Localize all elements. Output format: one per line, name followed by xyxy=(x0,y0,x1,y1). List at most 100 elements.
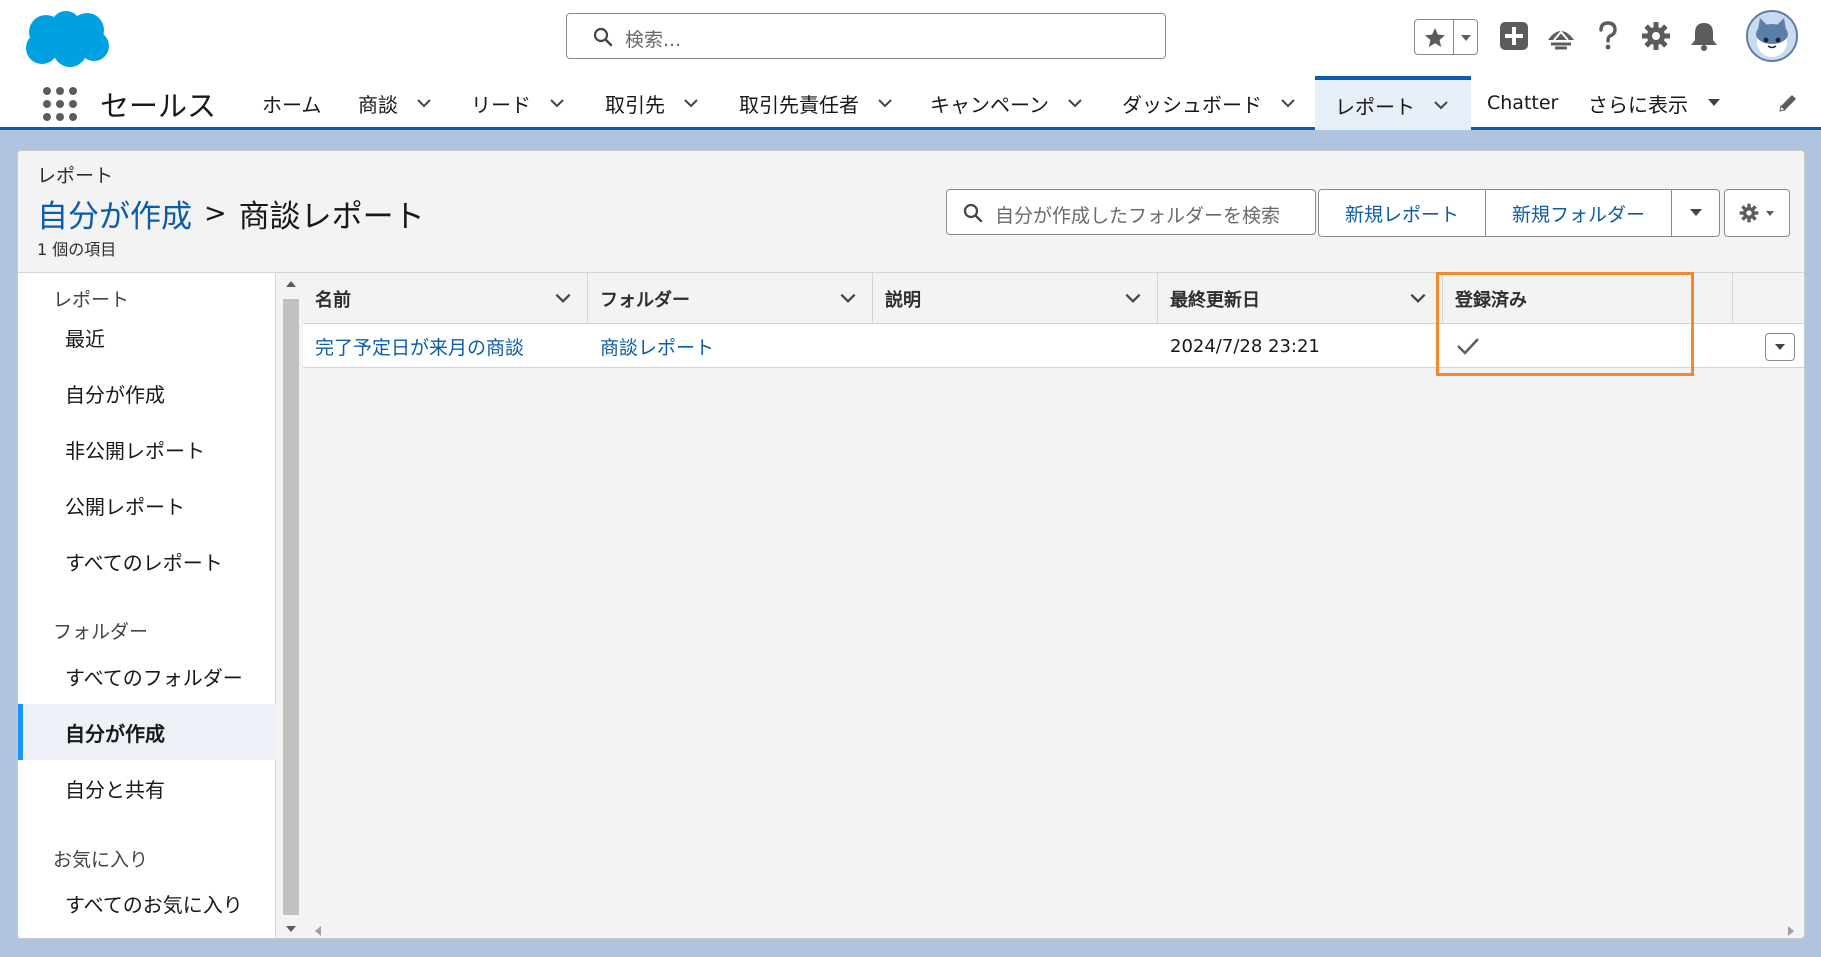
scrollbar-thumb[interactable] xyxy=(283,299,299,915)
sidebar-item-recent[interactable]: 最近 xyxy=(18,309,276,365)
sidebar-item-all-folders[interactable]: すべてのフォルダー xyxy=(18,648,276,704)
report-actions-group: 新規レポート 新規フォルダー xyxy=(1318,189,1720,237)
chevron-down-icon[interactable] xyxy=(875,93,895,113)
global-search-input[interactable]: 検索... xyxy=(566,13,1166,59)
row-actions-button[interactable] xyxy=(1765,333,1795,361)
caret-down-icon xyxy=(1766,211,1774,216)
scroll-down-arrow-icon[interactable] xyxy=(284,922,298,936)
dot xyxy=(56,100,64,108)
favorites-button-group xyxy=(1414,19,1478,55)
chevron-down-icon[interactable] xyxy=(838,288,858,308)
sidebar-scrollbar[interactable] xyxy=(280,273,302,938)
nav-item-campaigns[interactable]: キャンペーン xyxy=(930,76,1085,130)
sidebar-item-all-favorites[interactable]: すべてのお気に入り xyxy=(18,875,276,931)
column-header-label: 説明 xyxy=(885,289,921,311)
breadcrumb-link[interactable]: 自分が作成 xyxy=(37,191,192,236)
search-icon xyxy=(963,203,983,223)
nav-item-home[interactable]: ホーム xyxy=(262,76,321,130)
nav-item-more[interactable]: さらに表示 xyxy=(1588,76,1724,130)
new-report-button[interactable]: 新規レポート xyxy=(1318,189,1486,237)
global-header: 検索... xyxy=(0,0,1821,76)
sidebar-item-folders-created-by-me[interactable]: 自分が作成 xyxy=(18,704,276,760)
trailhead-button[interactable] xyxy=(1543,18,1579,54)
column-header-last-modified[interactable]: 最終更新日 xyxy=(1158,273,1443,324)
nav-item-leads[interactable]: リード xyxy=(471,76,567,130)
sidebar-item-created-by-me[interactable]: 自分が作成 xyxy=(18,365,276,421)
gear-icon xyxy=(1739,203,1759,223)
nav-item-accounts[interactable]: 取引先 xyxy=(605,76,701,130)
gear-icon xyxy=(1642,22,1670,50)
breadcrumb-separator: > xyxy=(204,198,227,229)
chevron-down-icon[interactable] xyxy=(1458,30,1474,46)
chevron-down-icon[interactable] xyxy=(547,93,567,113)
chevron-down-icon[interactable] xyxy=(1065,93,1085,113)
column-header-description[interactable]: 説明 xyxy=(873,273,1158,324)
folder-search-input[interactable]: 自分が作成したフォルダーを検索 xyxy=(946,189,1316,235)
astro-avatar-icon xyxy=(1756,18,1788,57)
nav-item-label: 取引先責任者 xyxy=(739,92,859,117)
sidebar-item-all-reports[interactable]: すべてのレポート xyxy=(18,533,276,589)
sidebar-item-label: 非公開レポート xyxy=(65,438,205,463)
sidebar-item-private-reports[interactable]: 非公開レポート xyxy=(18,421,276,477)
nav-item-opportunities[interactable]: 商談 xyxy=(358,76,434,130)
chevron-down-icon[interactable] xyxy=(1431,95,1451,115)
chevron-down-icon[interactable] xyxy=(1123,288,1143,308)
scroll-up-arrow-icon[interactable] xyxy=(284,277,298,291)
pencil-icon[interactable] xyxy=(1776,91,1800,115)
sidebar-item-label: すべてのお気に入り xyxy=(65,892,243,917)
nav-item-dashboards[interactable]: ダッシュボード xyxy=(1122,76,1298,130)
salesforce-cloud-logo[interactable] xyxy=(20,8,112,70)
star-icon[interactable] xyxy=(1423,26,1447,50)
dot xyxy=(43,87,51,95)
help-button[interactable] xyxy=(1590,18,1626,54)
sidebar-heading-reports: レポート xyxy=(53,289,130,311)
column-header-subscribed[interactable]: 登録済み xyxy=(1443,273,1733,324)
horizontal-scrollbar[interactable] xyxy=(303,923,1805,939)
global-search-placeholder: 検索... xyxy=(625,29,682,51)
caret-down-icon[interactable] xyxy=(1704,93,1724,113)
nav-item-chatter[interactable]: Chatter xyxy=(1487,76,1558,130)
column-header-folder[interactable]: フォルダー xyxy=(588,273,873,324)
help-icon xyxy=(1599,21,1617,50)
new-folder-button[interactable]: 新規フォルダー xyxy=(1486,189,1672,237)
table-row: 完了予定日が来月の商談 商談レポート 2024/7/28 23:21 xyxy=(303,324,1804,368)
nav-item-reports[interactable]: レポート xyxy=(1315,76,1471,130)
reports-sidebar: レポート 最近 自分が作成 非公開レポート 公開レポート すべてのレポート フォ… xyxy=(18,273,276,938)
dot xyxy=(43,100,51,108)
avatar[interactable] xyxy=(1746,10,1798,62)
page-title: 自分が作成 > 商談レポート xyxy=(37,191,425,236)
notifications-button[interactable] xyxy=(1686,18,1722,54)
column-header-name[interactable]: 名前 xyxy=(303,273,588,324)
list-settings-button[interactable] xyxy=(1724,189,1790,237)
setup-button[interactable] xyxy=(1638,18,1674,54)
chevron-down-icon[interactable] xyxy=(681,93,701,113)
report-folder-link[interactable]: 商談レポート xyxy=(588,324,873,368)
more-actions-button[interactable] xyxy=(1672,189,1720,237)
chevron-down-icon[interactable] xyxy=(553,288,573,308)
nav-item-contacts[interactable]: 取引先責任者 xyxy=(739,76,895,130)
app-launcher-icon[interactable] xyxy=(40,84,78,122)
app-nav-bar: セールス ホーム 商談 リード 取引先 取引先責任者 キャンペーン ダッシュボー… xyxy=(0,76,1821,130)
caret-down-icon xyxy=(1689,209,1702,216)
sidebar-item-label: すべてのレポート xyxy=(65,550,223,575)
dot xyxy=(69,87,77,95)
nav-item-label: レポート xyxy=(1335,94,1415,119)
folder-search-placeholder: 自分が作成したフォルダーを検索 xyxy=(995,205,1281,227)
chevron-down-icon[interactable] xyxy=(1408,288,1428,308)
global-actions-button[interactable] xyxy=(1496,18,1532,54)
nav-item-label: Chatter xyxy=(1487,92,1559,114)
dot xyxy=(69,113,77,121)
dot xyxy=(56,87,64,95)
chevron-down-icon[interactable] xyxy=(1278,93,1298,113)
chevron-down-icon[interactable] xyxy=(414,93,434,113)
report-last-modified: 2024/7/28 23:21 xyxy=(1170,335,1320,357)
sidebar-item-public-reports[interactable]: 公開レポート xyxy=(18,477,276,533)
folder-title: 商談レポート xyxy=(238,199,425,235)
sidebar-item-shared-with-me[interactable]: 自分と共有 xyxy=(18,760,276,816)
sidebar-heading-folders: フォルダー xyxy=(53,621,149,643)
reports-list-card: レポート 自分が作成 > 商談レポート 1 個の項目 自分が作成したフォルダーを… xyxy=(17,150,1805,939)
reports-table: 名前 フォルダー 説明 最終更新日 登録済み 完了予定日が来月の商談 商談レポー… xyxy=(303,273,1805,939)
report-name-link[interactable]: 完了予定日が来月の商談 xyxy=(303,324,588,368)
column-header-label: フォルダー xyxy=(600,289,690,311)
column-header-label: 名前 xyxy=(315,289,351,311)
